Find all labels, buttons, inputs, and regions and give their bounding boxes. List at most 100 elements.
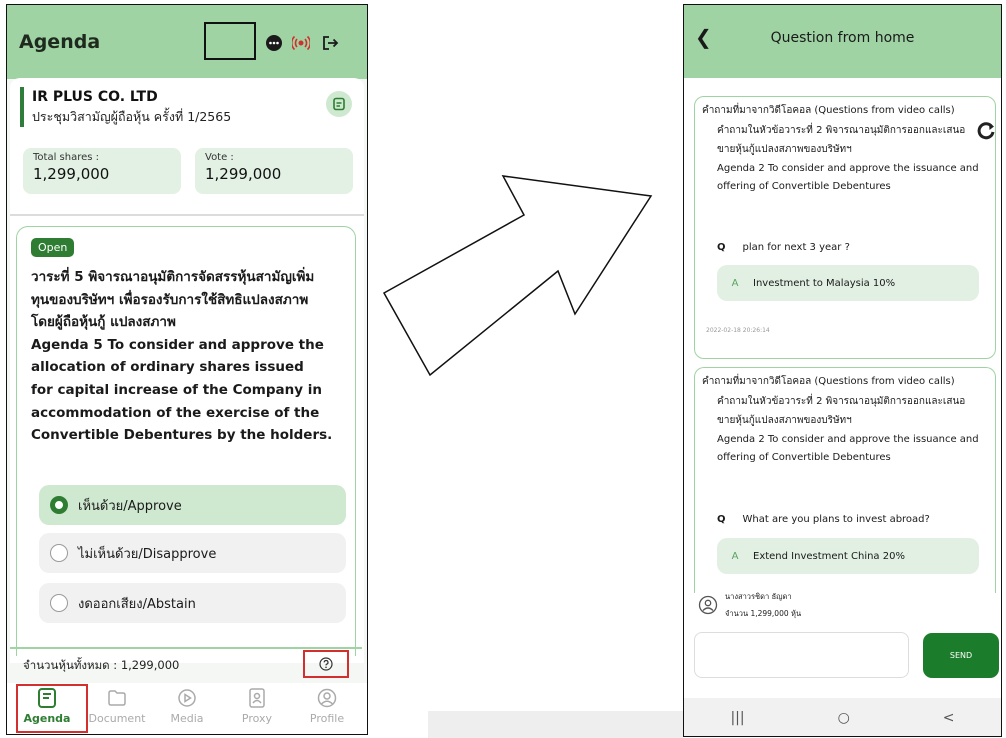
a-marker: A [731,550,739,562]
agenda-line: Convertible Debentures by the holders. [31,427,333,444]
vote-label: Vote : [205,152,234,163]
total-shares-footer: จำนวนหุ้นทั้งหมด : 1,299,000 [23,658,180,672]
user-info: นางสาวรชิดา ธัญดา จำนวน 1,299,000 หุ้น [698,588,801,622]
company-name: IR PLUS CO. LTD [32,89,158,105]
status-badge: Open [31,238,75,257]
document-button[interactable] [326,91,352,117]
agenda-en-line: offering of Convertible Debentures [717,452,891,464]
option-label: ไม่เห็นด้วย/Disapprove [78,546,217,562]
q-marker: Q [717,514,726,525]
question-source: คำถามที่มาจากวิดีโอคอล (Questions from v… [702,376,955,387]
nav-label: Profile [309,712,345,725]
user-shares: จำนวน 1,299,000 หุ้น [725,609,802,618]
meeting-name: ประชุมวิสามัญผู้ถือหุ้น ครั้งที่ 1/2565 [32,109,232,124]
user-details: นางสาวรชิดา ธัญดา จำนวน 1,299,000 หุ้น [725,588,801,622]
answer-text: Extend Investment China 20% [753,550,905,562]
agenda-screen: Agenda IR PLUS CO. LTD ประชุมวิสามัญผู้ถ… [6,4,368,735]
nav-label: Media [170,712,204,725]
divider [10,214,364,216]
live-broadcast-icon[interactable] [292,34,310,52]
highlight-box [204,22,256,60]
user-name: นางสาวรชิดา ธัญดา [725,592,792,601]
q-marker: Q [717,242,726,253]
profile-icon [317,688,337,708]
divider [10,647,362,649]
page-title: Agenda [19,31,101,53]
nav-label: Document [88,712,146,725]
agenda-th-line: ขายหุ้นกู้แปลงสภาพของบริษัทฯ [717,414,852,426]
option-abstain[interactable]: งดออกเสียง/Abstain [39,583,346,623]
question-card: คำถามที่มาจากวิดีโอคอล (Questions from v… [694,96,996,359]
vote-box: Vote : 1,299,000 [195,148,353,194]
composite-screenshot: Agenda IR PLUS CO. LTD ประชุมวิสามัญผู้ถ… [0,0,1006,738]
agenda-en-line: Agenda 2 To consider and approve the iss… [717,433,979,445]
question-icon [319,657,333,671]
agenda-line: วาระที่ 5 พิจารณาอนุมัติการจัดสรรหุ้นสาม… [31,269,315,285]
question-agenda: คำถามในหัวข้อวาระที่ 2 พิจารณาอนุมัติการ… [717,393,987,468]
background-strip [428,711,683,738]
app-header: ❮ Question from home [684,5,1001,78]
answer-row: A Extend Investment China 20% [717,538,979,574]
agenda-th-line: ขายหุ้นกู้แปลงสภาพของบริษัทฯ [717,143,852,155]
nav-media[interactable]: Media [153,687,221,733]
total-shares-label: Total shares : [33,152,100,163]
total-shares-value: 1,299,000 [33,165,110,183]
agenda-line: accommodation of the exercise of the [31,404,320,421]
question-card: คำถามที่มาจากวิดีโอคอล (Questions from v… [694,367,996,593]
question-agenda: คำถามในหัวข้อวาระที่ 2 พิจารณาอนุมัติการ… [717,122,987,197]
message-input[interactable] [694,632,909,678]
highlight-box [16,684,88,733]
question-source: คำถามที่มาจากวิดีโอคอล (Questions from v… [702,105,955,116]
radio-empty-icon [50,544,68,562]
agenda-line: โดยผู้ถือหุ้นกู้ แปลงสภาพ [31,314,176,331]
question-row: Q What are you plans to invest abroad? [717,514,930,525]
question-row: Q plan for next 3 year ? [717,242,850,253]
agenda-line: ทุนของบริษัทฯ เพื่อรองรับการใช้สิทธิแปลง… [31,291,309,308]
agenda-en-line: offering of Convertible Debentures [717,181,891,193]
send-button[interactable]: SEND [923,633,999,678]
a-marker: A [731,277,739,289]
folder-icon [108,690,126,706]
answer-text: Investment to Malaysia 10% [753,277,896,289]
option-disapprove[interactable]: ไม่เห็นด้วย/Disapprove [39,533,346,573]
chat-icon[interactable] [265,34,283,52]
company-block: IR PLUS CO. LTD ประชุมวิสามัญผู้ถือหุ้น … [20,87,231,127]
avatar-icon [698,595,718,615]
agenda-en-line: Agenda 2 To consider and approve the iss… [717,162,979,174]
nav-document[interactable]: Document [83,687,151,733]
total-shares-box: Total shares : 1,299,000 [23,148,181,194]
radio-selected-icon [50,496,68,514]
app-header: Agenda [7,5,367,79]
agenda-th-line: คำถามในหัวข้อวาระที่ 2 พิจารณาอนุมัติการ… [717,396,966,407]
document-icon [333,97,345,111]
system-back-icon[interactable]: < [943,710,955,726]
agenda-line: Agenda 5 To consider and approve the [31,336,324,353]
question-text: plan for next 3 year ? [742,242,850,253]
question-screen: ❮ Question from home คำถามที่มาจากวิดีโอ… [683,4,1002,737]
nav-proxy[interactable]: Proxy [223,687,291,733]
logout-icon[interactable] [321,34,339,52]
agenda-description: วาระที่ 5 พิจารณาอนุมัติการจัดสรรหุ้นสาม… [31,266,361,447]
recent-apps-icon[interactable]: ||| [730,710,744,726]
timestamp: 2022-02-18 20:26:14 [706,327,770,334]
answer-row: A Investment to Malaysia 10% [717,265,979,301]
option-label: งดออกเสียง/Abstain [78,596,196,612]
refresh-icon[interactable] [975,120,997,142]
proxy-doc-icon [249,688,265,708]
question-text: What are you plans to invest abroad? [742,514,930,525]
radio-empty-icon [50,594,68,612]
agenda-line: allocation of ordinary shares issued [31,359,304,376]
arrow-right-icon [382,175,653,377]
agenda-th-line: คำถามในหัวข้อวาระที่ 2 พิจารณาอนุมัติการ… [717,125,966,136]
home-icon[interactable]: ○ [838,710,850,726]
play-icon [178,689,196,707]
nav-profile[interactable]: Profile [293,687,361,733]
system-nav-bar: ||| ○ < [684,698,1001,736]
page-title: Question from home [770,30,915,46]
help-button[interactable] [303,650,349,678]
nav-label: Proxy [241,712,273,725]
option-approve[interactable]: เห็นด้วย/Approve [39,485,346,525]
agenda-line: for capital increase of the Company in [31,381,322,398]
vote-value: 1,299,000 [205,165,282,183]
option-label: เห็นด้วย/Approve [78,498,182,514]
